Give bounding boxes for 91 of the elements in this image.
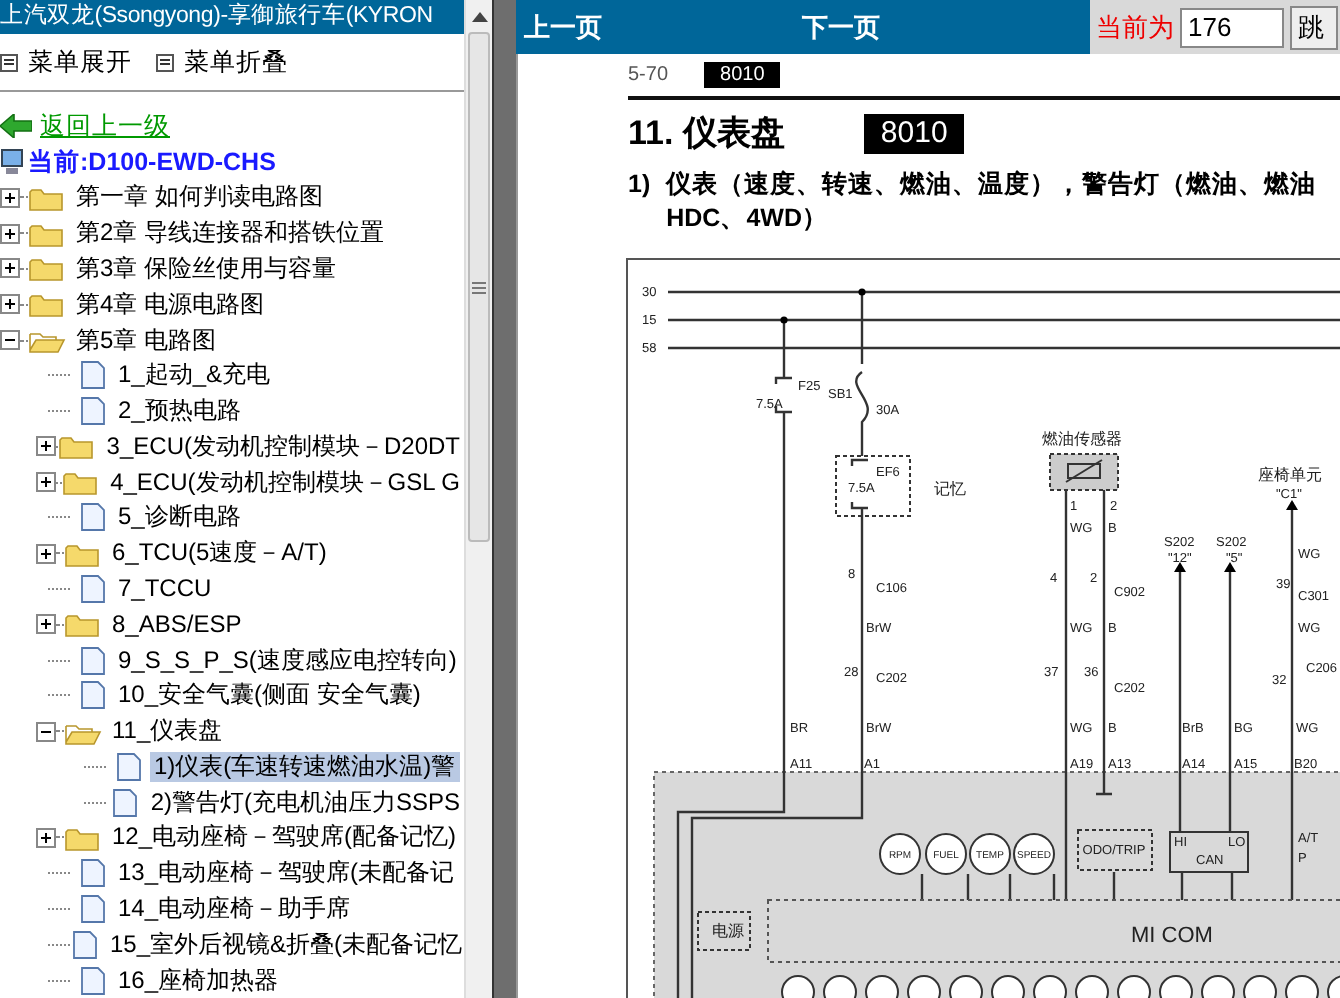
document-icon (78, 574, 108, 605)
tree-item[interactable]: 4_ECU(发动机控制模块－GSL G (106, 467, 464, 498)
folder-icon (58, 432, 97, 461)
menu-icon (156, 53, 174, 72)
diagram-label: 记忆 (934, 480, 966, 498)
next-page-link[interactable]: 下一页 (802, 7, 880, 47)
page-number-field[interactable]: 176 (1180, 7, 1284, 47)
fuse-box-outline (835, 455, 911, 517)
expand-icon[interactable] (0, 223, 20, 244)
tree-item[interactable]: 第3章 保险丝使用与容量 (72, 253, 341, 284)
folder-icon (62, 468, 101, 497)
expand-icon[interactable] (36, 472, 56, 493)
back-arrow-icon[interactable] (0, 114, 32, 139)
current-path: 当前:D100-EWD-CHS (28, 145, 276, 180)
sensor-icon (1049, 453, 1119, 491)
page-number: 5-70 (628, 62, 669, 90)
tree-item[interactable]: 1_起动_&充电 (114, 360, 275, 391)
collapse-icon[interactable] (0, 330, 20, 351)
menu-link[interactable]: 菜单折叠 (184, 43, 288, 81)
tree-item[interactable]: 13_电动座椅－驾驶席(未配备记 (114, 858, 459, 889)
document-icon (78, 396, 108, 427)
prev-page-link[interactable]: 上一页 (524, 7, 602, 47)
arrow-icon (1174, 562, 1186, 572)
folder-icon (28, 219, 66, 248)
expand-icon[interactable] (36, 543, 56, 564)
arrow-icon (1286, 500, 1298, 510)
document-icon (78, 645, 108, 676)
document-icon (78, 894, 108, 925)
micom-module: MI COM (767, 899, 1340, 963)
folder-icon (64, 823, 102, 852)
folder-icon (64, 610, 102, 639)
tree-item[interactable]: 16_座椅加热器 (114, 965, 283, 996)
tree-item[interactable]: 3_ECU(发动机控制模块－D20DT (102, 431, 464, 462)
menu-icon (0, 53, 18, 72)
tree-item[interactable]: 1)仪表(车速转速燃油水温)警 (150, 751, 460, 782)
diagram-label: 燃油传感器 (1042, 430, 1122, 448)
power-block: 电源 (697, 911, 751, 951)
caption-text: 仪表（速度、转速、燃油、温度），警告灯（燃油、燃油 (666, 168, 1317, 202)
arrow-icon (1224, 562, 1236, 572)
expand-icon[interactable] (36, 614, 56, 635)
expand-icon[interactable] (36, 827, 56, 848)
tree-item[interactable]: 2_预热电路 (114, 396, 245, 427)
page-label: 当前为 (1096, 9, 1174, 46)
caption-text: HDC、4WD） (666, 202, 830, 236)
grip-icon (472, 281, 486, 293)
document-icon (78, 360, 108, 391)
tree-item[interactable]: 第5章 电路图 (72, 325, 221, 356)
tree-item[interactable]: 8_ABS/ESP (108, 609, 246, 640)
menu-link[interactable]: 菜单展开 (28, 43, 132, 81)
go-button[interactable]: 跳 (1290, 5, 1338, 49)
computer-icon (0, 148, 24, 177)
tree-item[interactable]: 15_室外后视镜&折叠(未配备记忆 (106, 929, 464, 960)
tree-item[interactable]: 9_S_S_P_S(速度感应电控转向) (114, 645, 461, 676)
folder-icon (28, 183, 66, 212)
tree-item[interactable]: 第2章 导线连接器和搭铁位置 (72, 218, 389, 249)
junction-dot-group (780, 288, 866, 324)
diagram-label: 座椅单元 (1258, 466, 1322, 484)
document-icon (78, 858, 108, 889)
tree-item[interactable]: 2)警告灯(充电机油压力SSPS (146, 787, 464, 818)
tree-item[interactable]: 11_仪表盘 (108, 716, 227, 747)
scrollbar-thumb[interactable] (468, 32, 490, 542)
expand-icon[interactable] (0, 294, 20, 315)
folder-icon (28, 254, 66, 283)
document-icon (114, 751, 144, 782)
back-link[interactable]: 返回上一级 (40, 107, 170, 145)
collapse-icon[interactable] (36, 721, 56, 742)
tree-item[interactable]: 5_诊断电路 (114, 502, 245, 533)
folder-icon (28, 290, 66, 319)
document-icon (110, 787, 141, 818)
tree-item[interactable]: 6_TCU(5速度－A/T) (108, 538, 331, 569)
caption-number: 1) (628, 168, 651, 202)
expand-icon[interactable] (0, 258, 20, 279)
tree-item[interactable]: 7_TCCU (114, 574, 216, 605)
section-heading: 11. 仪表盘 (628, 112, 785, 157)
document-icon (70, 929, 100, 960)
panel-title: 上汽双龙(Ssongyong)-享御旅行车(KYRON (0, 0, 464, 34)
document-icon (78, 680, 108, 711)
tree-item[interactable]: 12_电动座椅－驾驶席(配备记忆) (108, 822, 461, 853)
document-icon (78, 965, 108, 996)
section-code: 8010 (864, 114, 964, 154)
folder-icon (64, 539, 102, 568)
section-code: 8010 (704, 62, 781, 88)
tree-item[interactable]: 10_安全气囊(侧面 安全气囊) (114, 680, 425, 711)
tree-item[interactable]: 14_电动座椅－助手席 (114, 894, 355, 925)
scroll-up-icon[interactable] (471, 11, 487, 21)
expand-icon[interactable] (0, 187, 20, 208)
scrollbar[interactable] (464, 0, 492, 998)
expand-icon[interactable] (36, 436, 56, 457)
tree-item[interactable]: 第一章 如何判读电路图 (72, 182, 327, 213)
document-icon (78, 502, 108, 533)
tree-item[interactable]: 第4章 电源电路图 (72, 289, 269, 320)
